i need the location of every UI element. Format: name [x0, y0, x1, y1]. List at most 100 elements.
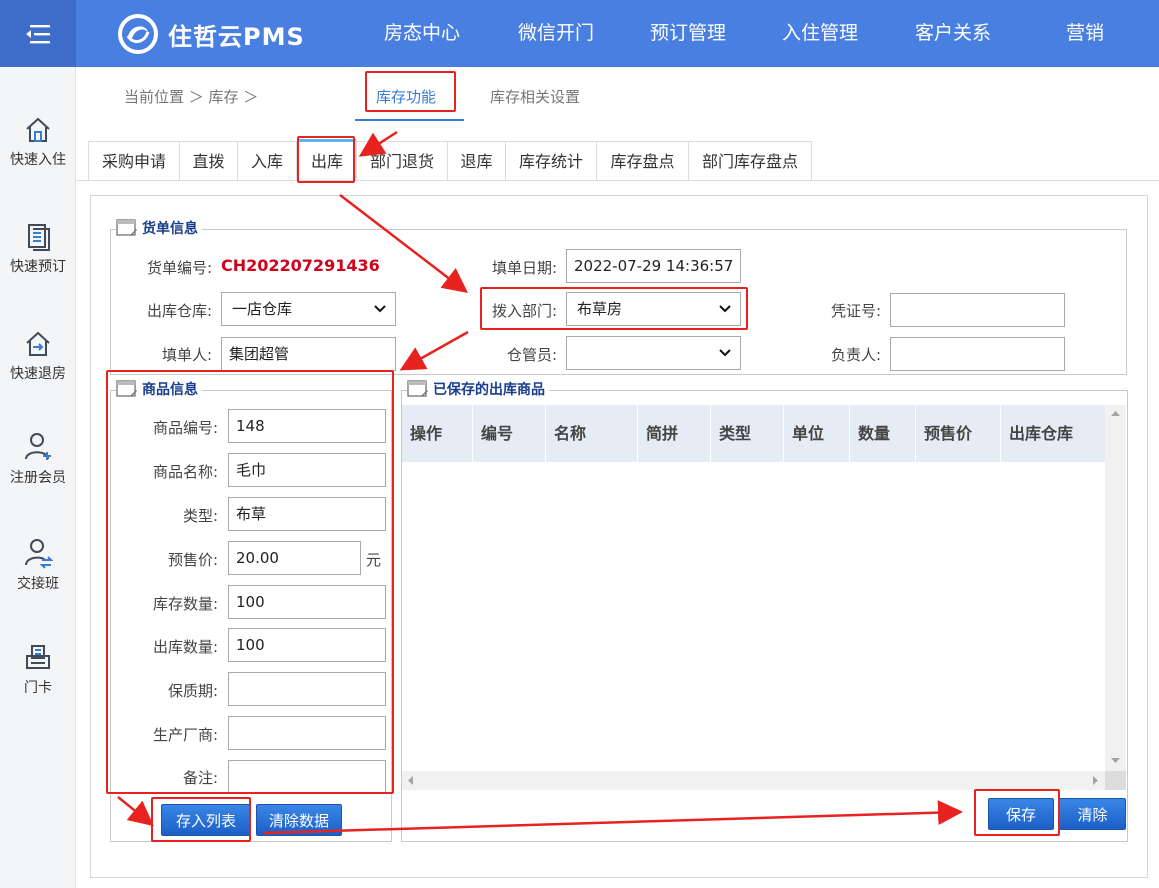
column-header[interactable]: 数量	[850, 405, 916, 462]
presale-price-input[interactable]: 20.00	[228, 541, 361, 575]
chevron-down-icon	[719, 305, 731, 313]
clear-button[interactable]: 清除	[1059, 798, 1126, 830]
column-header[interactable]: 类型	[711, 405, 784, 462]
scroll-up-icon	[1111, 411, 1120, 416]
logo-text: 住哲云PMS	[168, 22, 305, 51]
sidebar-item-shift-handover[interactable]: 交接班	[0, 537, 76, 627]
subtab-return-stock[interactable]: 退库	[447, 141, 506, 181]
sidebar-item-quick-checkin[interactable]: 快速入住	[0, 115, 76, 205]
scroll-right-icon	[1093, 776, 1098, 785]
bill-info-legend: 货单信息	[116, 218, 202, 238]
subtab-direct-transfer[interactable]: 直拨	[179, 141, 238, 181]
subtab-dept-stocktaking[interactable]: 部门库存盘点	[688, 141, 812, 181]
voucher-label: 凭证号:	[830, 302, 881, 320]
shelf-life-input[interactable]	[228, 672, 386, 706]
nav-marketing[interactable]: 营销	[1066, 0, 1104, 67]
keeper-select[interactable]	[566, 336, 741, 370]
goods-info-legend: 商品信息	[116, 379, 202, 399]
nav-wechat-door[interactable]: 微信开门	[518, 0, 594, 67]
stock-qty-input[interactable]: 100	[228, 585, 386, 619]
manufacturer-input[interactable]	[228, 716, 386, 750]
breadcrumb: 当前位置 ＞ 库存 ＞	[124, 88, 259, 106]
goods-name-label: 商品名称:	[152, 463, 218, 481]
save-to-list-button[interactable]: 存入列表	[161, 804, 251, 836]
bill-no-label: 货单编号:	[146, 259, 212, 277]
home-icon	[26, 117, 50, 142]
tab-inventory-settings[interactable]: 库存相关设置	[490, 86, 580, 107]
sidebar: 快速入住 快速预订 快速退房 注册会员 交接班 门卡	[0, 67, 76, 888]
out-warehouse-label: 出库仓库:	[146, 302, 212, 320]
clear-data-button[interactable]: 清除数据	[256, 804, 342, 836]
scroll-corner	[1105, 771, 1126, 790]
owner-input[interactable]	[890, 337, 1065, 371]
chevron-down-icon	[374, 305, 386, 313]
fill-date-label: 填单日期:	[491, 259, 557, 277]
sidebar-item-quick-booking[interactable]: 快速预订	[0, 222, 76, 312]
out-qty-input[interactable]: 100	[228, 628, 386, 662]
column-header[interactable]: 编号	[473, 405, 546, 462]
out-qty-label: 出库数量:	[152, 638, 218, 656]
card-printer-icon	[26, 645, 50, 669]
subtab-purchase-request[interactable]: 采购申请	[88, 141, 180, 181]
horizontal-scrollbar[interactable]	[402, 771, 1105, 790]
subtab-divider	[76, 180, 1159, 181]
voucher-input[interactable]	[890, 293, 1065, 327]
sidebar-item-register-member[interactable]: 注册会员	[0, 431, 76, 521]
subtab-stocktaking[interactable]: 库存盘点	[596, 141, 689, 181]
column-header[interactable]: 简拼	[638, 405, 711, 462]
chevron-down-icon	[719, 349, 731, 357]
column-header[interactable]: 单位	[784, 405, 850, 462]
fill-date-input[interactable]: 2022-07-29 14:36:57	[566, 249, 741, 283]
menu-collapse-icon	[26, 24, 50, 43]
goods-code-input[interactable]: 148	[228, 409, 386, 443]
logo-icon	[118, 14, 158, 54]
filler-input[interactable]: 集团超管	[221, 337, 396, 371]
tab-inventory-function[interactable]: 库存功能	[376, 86, 436, 107]
remark-input[interactable]	[228, 760, 386, 794]
dept-label: 拨入部门:	[491, 302, 557, 320]
nav-checkin[interactable]: 入住管理	[782, 0, 858, 67]
nav-reservation[interactable]: 预订管理	[650, 0, 726, 67]
currency-unit: 元	[366, 551, 382, 569]
saved-goods-table-header: 操作 编号 名称 简拼 类型 单位 数量 预售价 出库仓库	[402, 405, 1105, 462]
save-button[interactable]: 保存	[988, 798, 1054, 830]
nav-customer[interactable]: 客户关系	[915, 0, 991, 67]
scroll-left-icon	[408, 776, 413, 785]
column-header[interactable]: 名称	[546, 405, 638, 462]
presale-price-label: 预售价:	[167, 551, 218, 569]
subtab-stock-in[interactable]: 入库	[237, 141, 297, 181]
manufacturer-label: 生产厂商:	[152, 726, 218, 744]
keeper-label: 仓管员:	[506, 346, 557, 364]
subtab-stock-out[interactable]: 出库	[298, 139, 356, 181]
out-warehouse-select[interactable]: 一店仓库	[221, 292, 396, 326]
sidebar-item-door-card[interactable]: 门卡	[0, 643, 76, 733]
saved-goods-legend: 已保存的出库商品	[407, 379, 549, 399]
subtab-stock-statistics[interactable]: 库存统计	[505, 141, 597, 181]
column-header[interactable]: 预售价	[916, 405, 1001, 462]
owner-label: 负责人:	[830, 346, 881, 364]
column-header[interactable]: 操作	[402, 405, 473, 462]
goods-type-input[interactable]: 布草	[228, 497, 386, 531]
user-exchange-icon	[25, 539, 53, 569]
filler-label: 填单人:	[161, 346, 212, 364]
nav-room-status[interactable]: 房态中心	[384, 0, 460, 67]
shelf-life-label: 保质期:	[167, 682, 218, 700]
column-header[interactable]: 出库仓库	[1001, 405, 1105, 462]
goods-code-label: 商品编号:	[152, 419, 218, 437]
scroll-down-icon	[1111, 758, 1120, 763]
dept-select[interactable]: 布草房	[566, 292, 741, 326]
stock-qty-label: 库存数量:	[152, 595, 218, 613]
subtab-dept-return[interactable]: 部门退货	[356, 141, 448, 181]
form-icon	[116, 219, 137, 236]
sidebar-item-quick-checkout[interactable]: 快速退房	[0, 329, 76, 419]
form-icon	[116, 380, 137, 397]
goods-name-input[interactable]: 毛巾	[228, 453, 386, 487]
bill-no-value: CH20220729143657	[221, 256, 381, 275]
menu-toggle-button[interactable]	[0, 0, 76, 67]
active-tab-underline	[355, 119, 464, 121]
remark-label: 备注:	[182, 769, 218, 787]
vertical-scrollbar[interactable]	[1105, 405, 1126, 771]
saved-goods-table-body	[402, 462, 1105, 771]
add-user-icon	[25, 433, 51, 460]
checkout-icon	[26, 331, 50, 356]
